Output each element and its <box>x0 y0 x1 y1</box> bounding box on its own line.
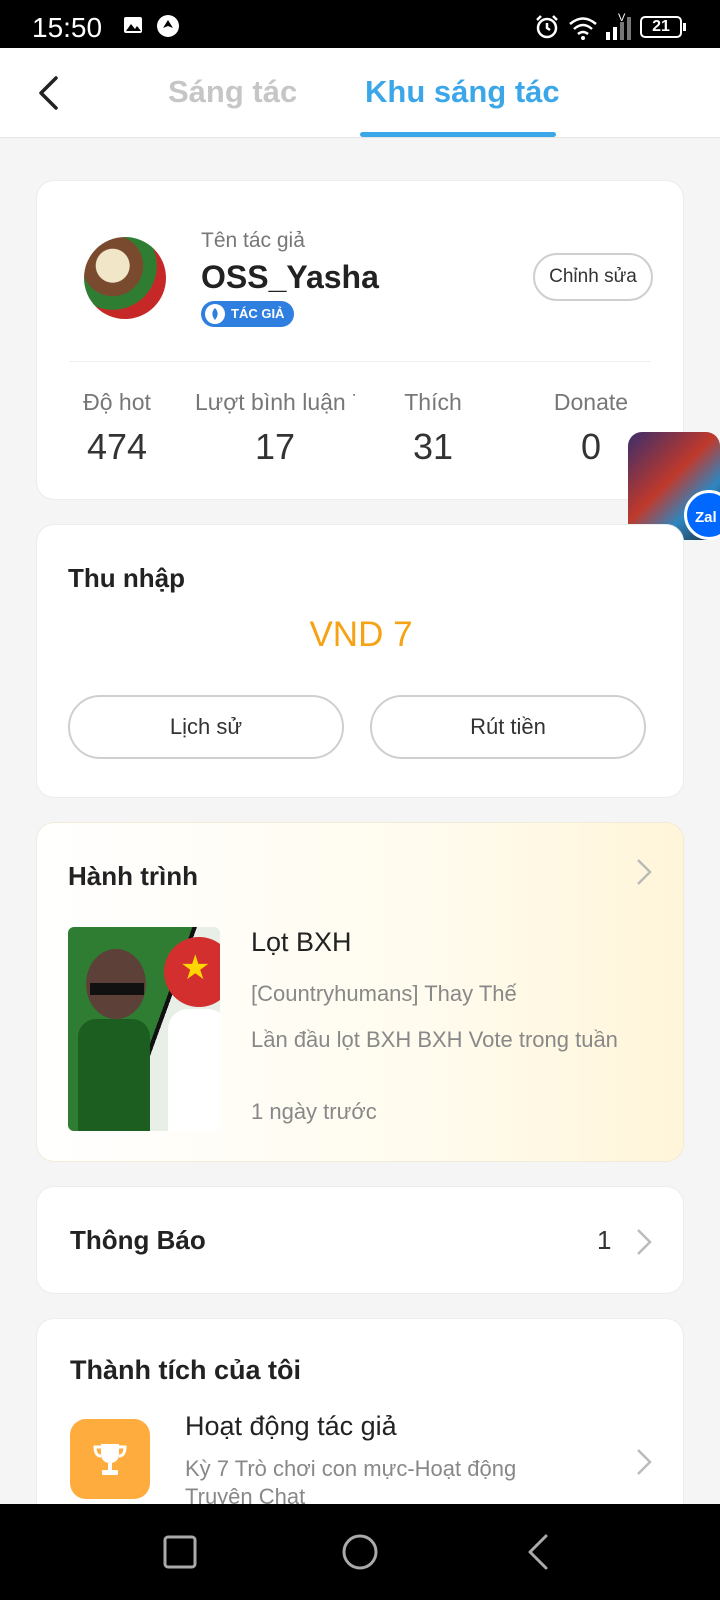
back-button[interactable] <box>26 68 70 118</box>
back-arrow-icon <box>39 76 58 110</box>
stat-value: 474 <box>86 426 148 467</box>
stat-value: 17 <box>254 426 296 467</box>
notifications-title: Thông Báo <box>70 1225 206 1255</box>
chevron-right-icon[interactable] <box>635 1447 653 1477</box>
journey-card[interactable]: Hành trình ★ Lọt BXH [Countryhumans] Tha… <box>36 822 684 1162</box>
stat-likes[interactable]: Thích 31 <box>353 389 513 468</box>
achievement-item-subtitle: Kỳ 7 Trò chơi con mực-Hoạt động Truyện C… <box>185 1456 517 1509</box>
wifi-icon <box>569 17 597 40</box>
battery-level: 21 <box>652 18 670 35</box>
income-title: Thu nhập <box>68 563 185 593</box>
journey-title: Hành trình <box>68 861 198 891</box>
active-tab-indicator <box>360 132 556 137</box>
battery-icon: 21 <box>640 16 686 38</box>
sim-label: V <box>618 12 626 24</box>
history-button[interactable]: Lịch sử <box>68 695 344 759</box>
recent-apps-icon[interactable] <box>160 1532 200 1572</box>
home-icon[interactable] <box>340 1532 380 1572</box>
stat-hot[interactable]: Độ hot 474 <box>37 389 197 468</box>
stat-label: Thích <box>404 389 462 415</box>
tab-compose-zone[interactable]: Khu sáng tác <box>365 74 560 110</box>
notifications-row[interactable]: Thông Báo 1 <box>36 1186 684 1294</box>
journey-time: 1 ngày trước <box>251 1099 377 1124</box>
avatar[interactable] <box>84 237 166 319</box>
notifications-count: 1 <box>597 1225 612 1255</box>
author-badge: TÁC GIẢ <box>201 301 295 327</box>
edit-profile-button[interactable]: Chỉnh sửa <box>533 253 653 301</box>
journey-thumbnail: ★ <box>68 927 220 1131</box>
back-nav-icon[interactable] <box>520 1532 560 1572</box>
stat-label: Độ hot <box>83 389 151 415</box>
author-badge-label: TÁC GIẢ <box>231 306 285 321</box>
trophy-icon <box>70 1419 150 1499</box>
journey-description: Lần đầu lọt BXH BXH Vote trong tuần <box>251 1027 618 1052</box>
achievement-item-title[interactable]: Hoạt động tác giả <box>185 1411 397 1442</box>
achievements-title: Thành tích của tôi <box>70 1355 302 1385</box>
quill-icon <box>205 304 225 324</box>
income-value: VND 7 <box>309 615 413 654</box>
stat-label: Donate <box>553 389 629 415</box>
app-header: Sáng tác Khu sáng tác <box>0 48 720 138</box>
stat-comments[interactable]: Lượt bình luận 7 17 <box>195 389 355 468</box>
app-notification-icon <box>157 15 179 37</box>
tab-compose[interactable]: Sáng tác <box>168 74 297 110</box>
journey-subtitle: [Countryhumans] Thay Thế <box>251 981 517 1006</box>
stat-value: 31 <box>412 426 454 467</box>
alarm-icon <box>536 15 558 39</box>
gallery-icon <box>124 17 142 33</box>
stat-label: Lượt bình luận 7 <box>195 389 355 415</box>
withdraw-button[interactable]: Rút tiền <box>370 695 646 759</box>
status-time: 15:50 <box>32 12 103 43</box>
profile-card: Tên tác giả OSS_Yasha TÁC GIẢ Chỉnh sửa … <box>36 180 684 500</box>
chevron-right-icon <box>637 859 652 885</box>
author-name: OSS_Yasha <box>201 259 379 295</box>
zalo-label: Zal <box>695 509 717 526</box>
status-bar: 15:50 V 21 <box>0 0 720 48</box>
chevron-right-icon <box>637 1229 652 1255</box>
income-card: Thu nhập VND 7 Lịch sử Rút tiền <box>36 524 684 798</box>
journey-heading: Lọt BXH <box>251 927 352 957</box>
author-label: Tên tác giả <box>201 229 305 252</box>
divider <box>69 361 651 362</box>
system-nav-bar <box>0 1504 720 1600</box>
